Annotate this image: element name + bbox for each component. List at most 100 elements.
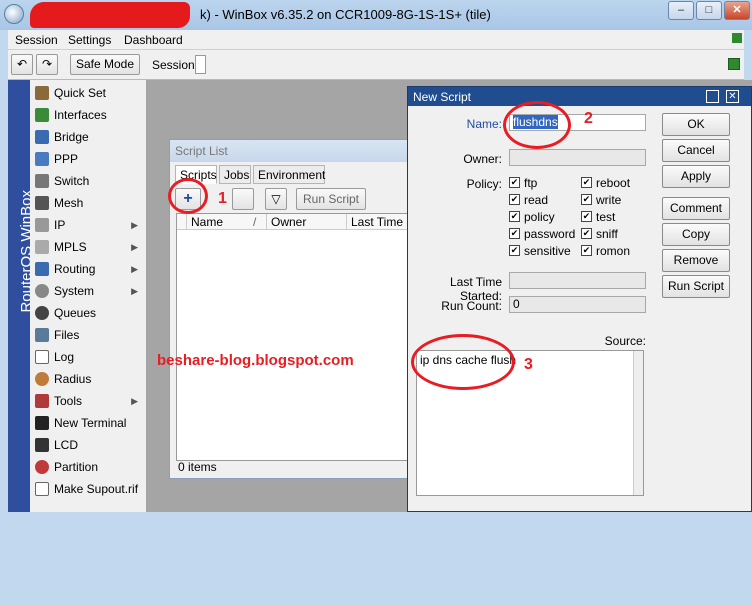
- annotation-circle: [503, 101, 571, 149]
- tools-icon: [35, 394, 49, 408]
- scripts-table: Name / Owner Last Time Sta: [176, 213, 416, 461]
- sidebar-item-bridge[interactable]: Bridge: [30, 126, 146, 148]
- sidebar-item-tools[interactable]: Tools ▶: [30, 390, 146, 412]
- policy-romon-checkbox[interactable]: ✔: [581, 245, 592, 256]
- policy-write-checkbox[interactable]: ✔: [581, 194, 592, 205]
- column-owner[interactable]: Owner: [267, 214, 347, 230]
- interfaces-icon: [35, 108, 49, 122]
- watermark-text: beshare-blog.blogspot.com: [157, 352, 354, 369]
- tab-jobs[interactable]: Jobs: [219, 165, 251, 184]
- column-last-time-started[interactable]: Last Time Sta: [347, 214, 415, 230]
- sidebar-item-radius[interactable]: Radius: [30, 368, 146, 390]
- sidebar-item-ppp[interactable]: PPP: [30, 148, 146, 170]
- queues-icon: [35, 306, 49, 320]
- ip-icon: [35, 218, 49, 232]
- filter-icon[interactable]: ▽: [265, 188, 287, 210]
- copy-button[interactable]: Copy: [662, 223, 730, 246]
- policy-sniff-label: sniff: [596, 227, 618, 241]
- policy-reboot-checkbox[interactable]: ✔: [581, 177, 592, 188]
- policy-sniff-checkbox[interactable]: ✔: [581, 228, 592, 239]
- sidebar-item-interfaces[interactable]: Interfaces: [30, 104, 146, 126]
- sidebar-item-make-supout[interactable]: Make Supout.rif: [30, 478, 146, 500]
- cancel-button[interactable]: Cancel: [662, 139, 730, 162]
- policy-ftp-checkbox[interactable]: ✔: [509, 177, 520, 188]
- session-label: Session:: [152, 58, 199, 72]
- safe-mode-button[interactable]: Safe Mode: [70, 54, 140, 75]
- menu-dashboard[interactable]: Dashboard: [124, 33, 183, 47]
- submenu-arrow-icon: ▶: [131, 220, 138, 230]
- status-indicator-icon: [732, 33, 742, 43]
- maximize-icon[interactable]: [706, 90, 719, 103]
- submenu-arrow-icon: ▶: [131, 286, 138, 296]
- remove-button[interactable]: Remove: [662, 249, 730, 272]
- submenu-arrow-icon: ▶: [131, 396, 138, 406]
- log-icon: [35, 350, 49, 364]
- policy-read-checkbox[interactable]: ✔: [509, 194, 520, 205]
- sidebar-item-routing[interactable]: Routing ▶: [30, 258, 146, 280]
- menu-settings[interactable]: Settings: [68, 33, 111, 47]
- quick-set-icon: [35, 86, 49, 100]
- close-icon[interactable]: ✕: [726, 90, 739, 103]
- lcd-icon: [35, 438, 49, 452]
- policy-password-checkbox[interactable]: ✔: [509, 228, 520, 239]
- sidebar-item-mesh[interactable]: Mesh: [30, 192, 146, 214]
- item-count: 0 items: [178, 460, 217, 474]
- sidebar-item-log[interactable]: Log: [30, 346, 146, 368]
- sidebar-item-mpls[interactable]: MPLS ▶: [30, 236, 146, 258]
- policy-ftp-label: ftp: [524, 176, 538, 190]
- apply-button[interactable]: Apply: [662, 165, 730, 188]
- new-script-window: New Script ✕ Name: flushdns Owner: Polic…: [407, 86, 752, 512]
- maximize-button[interactable]: □: [696, 1, 722, 20]
- sidebar-item-partition[interactable]: Partition: [30, 456, 146, 478]
- run-count-label: Run Count:: [441, 299, 502, 313]
- mesh-icon: [35, 196, 49, 210]
- tab-environment[interactable]: Environment: [253, 165, 325, 184]
- lock-icon: [728, 58, 740, 70]
- mpls-icon: [35, 240, 49, 254]
- ok-button[interactable]: OK: [662, 113, 730, 136]
- session-field[interactable]: [195, 55, 206, 74]
- run-script-button[interactable]: Run Script: [296, 188, 366, 210]
- winbox-icon[interactable]: [4, 4, 24, 24]
- sidebar: Quick Set Interfaces Bridge PPP Switch M…: [30, 80, 146, 512]
- close-button[interactable]: ✕: [724, 1, 750, 20]
- sort-indicator: /: [253, 215, 257, 229]
- policy-write-label: write: [596, 193, 622, 207]
- policy-test-checkbox[interactable]: ✔: [581, 211, 592, 222]
- comment-icon[interactable]: [232, 188, 254, 210]
- sidebar-item-queues[interactable]: Queues: [30, 302, 146, 324]
- owner-field[interactable]: [509, 149, 646, 166]
- folder-icon: [35, 328, 49, 342]
- sidebar-item-quick-set[interactable]: Quick Set: [30, 82, 146, 104]
- run-count-field[interactable]: 0: [509, 296, 646, 313]
- sidebar-item-files[interactable]: Files: [30, 324, 146, 346]
- run-script-dialog-button[interactable]: Run Script: [662, 275, 730, 298]
- sidebar-item-lcd[interactable]: LCD: [30, 434, 146, 456]
- sidebar-item-new-terminal[interactable]: New Terminal: [30, 412, 146, 434]
- policy-label: Policy:: [466, 177, 502, 191]
- new-script-title: New Script: [408, 87, 751, 106]
- policy-romon-label: romon: [596, 244, 631, 258]
- sidebar-item-switch[interactable]: Switch: [30, 170, 146, 192]
- owner-label: Owner:: [463, 152, 502, 166]
- annotation-number: 1: [218, 190, 227, 207]
- submenu-arrow-icon: ▶: [131, 242, 138, 252]
- menu-session[interactable]: Session: [15, 33, 58, 47]
- sidebar-item-system[interactable]: System ▶: [30, 280, 146, 302]
- source-scrollbar[interactable]: [633, 351, 643, 495]
- terminal-icon: [35, 416, 49, 430]
- brand-bar: RouterOS WinBox: [8, 80, 35, 512]
- policy-sensitive-checkbox[interactable]: ✔: [509, 245, 520, 256]
- annotation-number: 2: [584, 110, 593, 127]
- minimize-button[interactable]: –: [668, 1, 694, 20]
- last-time-started-field[interactable]: [509, 272, 646, 289]
- title-bar: k) - WinBox v6.35.2 on CCR1009-8G-1S-1S+…: [0, 0, 752, 30]
- ppp-icon: [35, 152, 49, 166]
- policy-policy-checkbox[interactable]: ✔: [509, 211, 520, 222]
- sidebar-item-ip[interactable]: IP ▶: [30, 214, 146, 236]
- name-label: Name:: [466, 117, 502, 131]
- redo-icon[interactable]: ↷: [36, 54, 58, 75]
- undo-icon[interactable]: ↶: [11, 54, 33, 75]
- comment-button[interactable]: Comment: [662, 197, 730, 220]
- annotation-circle: [168, 178, 208, 214]
